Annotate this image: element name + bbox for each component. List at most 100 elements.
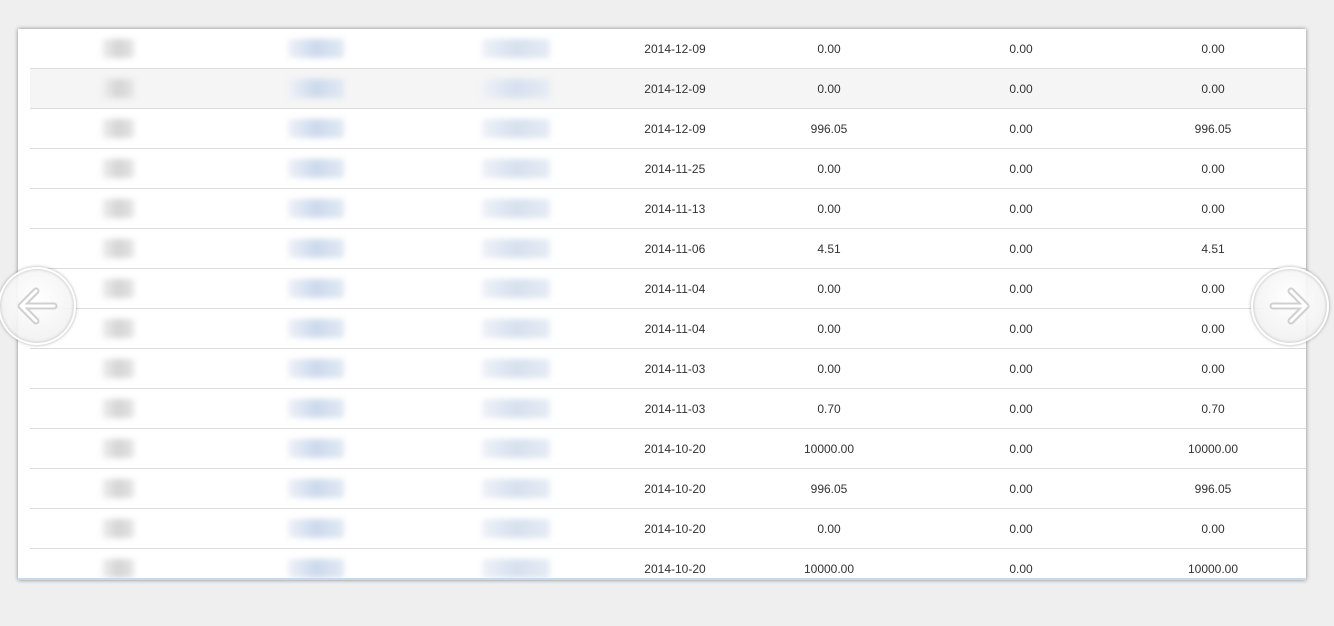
expense-cell: 0.00: [1009, 82, 1033, 96]
redacted-cell: [482, 559, 550, 578]
table-row[interactable]: 2014-12-09 0.00 0.00 0.00: [30, 69, 1306, 109]
balance-cell: 996.05: [1194, 482, 1232, 496]
date-cell: 2014-11-04: [644, 322, 706, 336]
redacted-cell: [482, 199, 550, 218]
redacted-cell: [102, 479, 134, 498]
redacted-cell: [288, 359, 344, 378]
table-row[interactable]: 2014-10-20 10000.00 0.00 10000.00: [30, 429, 1306, 469]
expense-cell: 0.00: [1009, 162, 1033, 176]
balance-cell: 0.00: [1201, 162, 1225, 176]
date-cell: 2014-12-09: [644, 82, 706, 96]
table-row[interactable]: 2014-11-04 0.00 0.00 0.00: [30, 309, 1306, 349]
date-cell: 2014-11-03: [644, 362, 706, 376]
redacted-cell: [288, 119, 344, 138]
table-row[interactable]: 2014-11-13 0.00 0.00 0.00: [30, 189, 1306, 229]
table-row[interactable]: 2014-11-04 0.00 0.00 0.00: [30, 269, 1306, 309]
redacted-cell: [482, 519, 550, 538]
redacted-cell: [102, 119, 134, 138]
redacted-cell: [288, 439, 344, 458]
expense-cell: 0.00: [1009, 122, 1033, 136]
income-cell: 10000.00: [803, 562, 855, 576]
balance-cell: 4.51: [1201, 242, 1225, 256]
date-cell: 2014-10-20: [644, 482, 706, 496]
balance-cell: 0.70: [1201, 402, 1225, 416]
table-row[interactable]: 2014-11-25 0.00 0.00 0.00: [30, 149, 1306, 189]
redacted-cell: [288, 519, 344, 538]
date-cell: 2014-10-20: [644, 442, 706, 456]
date-cell: 2014-11-13: [644, 202, 706, 216]
expense-cell: 0.00: [1009, 202, 1033, 216]
redacted-cell: [482, 319, 550, 338]
image-viewer-panel: 2014-12-09 0.00 0.00 0.00 2014-12-09 0.00 0.00…: [18, 29, 1306, 580]
arrow-left-icon: [17, 287, 58, 325]
expense-cell: 0.00: [1009, 362, 1033, 376]
redacted-cell: [482, 359, 550, 378]
balance-cell: 996.05: [1194, 122, 1232, 136]
table-row[interactable]: 2014-10-20 10000.00 0.00 10000.00: [30, 549, 1306, 580]
redacted-cell: [288, 199, 344, 218]
expense-cell: 0.00: [1009, 402, 1033, 416]
date-cell: 2014-11-03: [644, 402, 706, 416]
expense-cell: 0.00: [1009, 482, 1033, 496]
income-cell: 0.00: [817, 322, 841, 336]
income-cell: 0.00: [817, 82, 841, 96]
redacted-cell: [102, 439, 134, 458]
transactions-table: 2014-12-09 0.00 0.00 0.00 2014-12-09 0.00 0.00…: [30, 29, 1306, 580]
redacted-cell: [102, 199, 134, 218]
table-row[interactable]: 2014-11-03 0.70 0.00 0.70: [30, 389, 1306, 429]
table-row[interactable]: 2014-10-20 996.05 0.00 996.05: [30, 469, 1306, 509]
income-cell: 996.05: [810, 122, 848, 136]
previous-button[interactable]: [0, 267, 76, 345]
redacted-cell: [102, 39, 134, 58]
redacted-cell: [288, 319, 344, 338]
redacted-cell: [288, 159, 344, 178]
date-cell: 2014-11-25: [644, 162, 706, 176]
redacted-cell: [288, 279, 344, 298]
expense-cell: 0.00: [1009, 442, 1033, 456]
redacted-cell: [288, 399, 344, 418]
expense-cell: 0.00: [1009, 522, 1033, 536]
income-cell: 0.00: [817, 362, 841, 376]
expense-cell: 0.00: [1009, 42, 1033, 56]
redacted-cell: [288, 39, 344, 58]
expense-cell: 0.00: [1009, 322, 1033, 336]
redacted-cell: [102, 319, 134, 338]
redacted-cell: [482, 39, 550, 58]
redacted-cell: [482, 479, 550, 498]
redacted-cell: [288, 239, 344, 258]
income-cell: 4.51: [817, 242, 841, 256]
arrow-right-icon: [1269, 287, 1310, 325]
table-bottom-border: [18, 578, 1306, 580]
redacted-cell: [482, 79, 550, 98]
redacted-cell: [102, 559, 134, 578]
date-cell: 2014-12-09: [644, 122, 706, 136]
income-cell: 0.00: [817, 522, 841, 536]
expense-cell: 0.00: [1009, 282, 1033, 296]
redacted-cell: [288, 559, 344, 578]
table-row[interactable]: 2014-10-20 0.00 0.00 0.00: [30, 509, 1306, 549]
table-row[interactable]: 2014-11-06 4.51 0.00 4.51: [30, 229, 1306, 269]
redacted-cell: [102, 279, 134, 298]
redacted-cell: [102, 159, 134, 178]
redacted-cell: [482, 399, 550, 418]
date-cell: 2014-11-06: [644, 242, 706, 256]
table-row[interactable]: 2014-12-09 996.05 0.00 996.05: [30, 109, 1306, 149]
income-cell: 996.05: [810, 482, 848, 496]
balance-cell: 0.00: [1201, 82, 1225, 96]
expense-cell: 0.00: [1009, 242, 1033, 256]
next-button[interactable]: [1251, 267, 1329, 345]
redacted-cell: [482, 279, 550, 298]
redacted-cell: [102, 399, 134, 418]
table-row[interactable]: 2014-11-03 0.00 0.00 0.00: [30, 349, 1306, 389]
redacted-cell: [288, 79, 344, 98]
redacted-cell: [288, 479, 344, 498]
table-row[interactable]: 2014-12-09 0.00 0.00 0.00: [30, 29, 1306, 69]
balance-cell: 10000.00: [1187, 442, 1239, 456]
income-cell: 0.70: [817, 402, 841, 416]
balance-cell: 0.00: [1201, 522, 1225, 536]
redacted-cell: [102, 79, 134, 98]
redacted-cell: [482, 239, 550, 258]
income-cell: 10000.00: [803, 442, 855, 456]
balance-cell: 10000.00: [1187, 562, 1239, 576]
redacted-cell: [482, 159, 550, 178]
